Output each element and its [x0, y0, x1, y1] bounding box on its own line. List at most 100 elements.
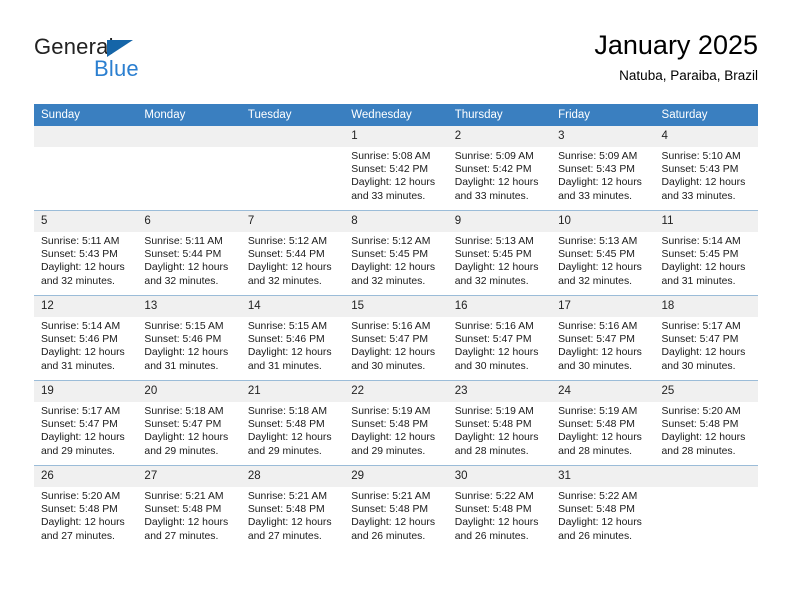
calendar-cell[interactable]: 31 Sunrise: 5:22 AM Sunset: 5:48 PM Dayl… [551, 465, 655, 550]
calendar-cell[interactable]: 20 Sunrise: 5:18 AM Sunset: 5:47 PM Dayl… [137, 380, 241, 466]
calendar-cell[interactable]: 8 Sunrise: 5:12 AM Sunset: 5:45 PM Dayli… [344, 210, 448, 296]
calendar-cell[interactable]: 18 Sunrise: 5:17 AM Sunset: 5:47 PM Dayl… [654, 295, 758, 381]
daylight-text: Daylight: 12 hours and 29 minutes. [41, 432, 125, 457]
day-info: Sunrise: 5:22 AM Sunset: 5:48 PM Dayligh… [448, 487, 551, 543]
weekday-header-monday: Monday [137, 104, 241, 126]
daylight-text: Daylight: 12 hours and 26 minutes. [454, 517, 539, 542]
daylight-text: Daylight: 12 hours and 27 minutes. [247, 517, 332, 542]
day-cell: 8 Sunrise: 5:12 AM Sunset: 5:45 PM Dayli… [344, 211, 448, 295]
sunset-text: Sunset: 5:45 PM [661, 249, 739, 261]
sunrise-text: Sunrise: 5:20 AM [41, 491, 121, 502]
calendar-cell[interactable]: 29 Sunrise: 5:21 AM Sunset: 5:48 PM Dayl… [344, 465, 448, 550]
calendar-cell[interactable] [137, 126, 241, 211]
sunset-text: Sunset: 5:47 PM [144, 419, 222, 431]
day-cell: 21 Sunrise: 5:18 AM Sunset: 5:48 PM Dayl… [240, 381, 345, 465]
calendar-body: 1 Sunrise: 5:08 AM Sunset: 5:42 PM Dayli… [34, 126, 758, 550]
calendar-cell[interactable]: 23 Sunrise: 5:19 AM Sunset: 5:48 PM Dayl… [447, 380, 552, 466]
day-number: 12 [34, 296, 138, 317]
calendar-cell[interactable]: 28 Sunrise: 5:21 AM Sunset: 5:48 PM Dayl… [240, 465, 345, 550]
calendar-cell[interactable]: 15 Sunrise: 5:16 AM Sunset: 5:47 PM Dayl… [344, 295, 448, 381]
general-blue-logo[interactable]: General Blue [34, 34, 234, 86]
sunset-text: Sunset: 5:43 PM [661, 164, 739, 176]
calendar-cell[interactable]: 9 Sunrise: 5:13 AM Sunset: 5:45 PM Dayli… [447, 210, 552, 296]
calendar-cell[interactable]: 3 Sunrise: 5:09 AM Sunset: 5:43 PM Dayli… [551, 126, 655, 211]
sunrise-text: Sunrise: 5:12 AM [351, 236, 431, 247]
week-row: 12 Sunrise: 5:14 AM Sunset: 5:46 PM Dayl… [34, 295, 758, 381]
calendar-cell[interactable] [240, 126, 345, 211]
day-cell: 23 Sunrise: 5:19 AM Sunset: 5:48 PM Dayl… [447, 381, 552, 465]
calendar-cell[interactable]: 24 Sunrise: 5:19 AM Sunset: 5:48 PM Dayl… [551, 380, 655, 466]
week-row: 5 Sunrise: 5:11 AM Sunset: 5:43 PM Dayli… [34, 210, 758, 296]
day-number [137, 126, 241, 147]
sunrise-text: Sunrise: 5:22 AM [454, 491, 534, 502]
calendar-cell[interactable]: 25 Sunrise: 5:20 AM Sunset: 5:48 PM Dayl… [654, 380, 758, 466]
day-cell: 30 Sunrise: 5:22 AM Sunset: 5:48 PM Dayl… [447, 466, 552, 550]
calendar-cell[interactable]: 6 Sunrise: 5:11 AM Sunset: 5:44 PM Dayli… [137, 210, 241, 296]
logo-text-blue: Blue [94, 56, 139, 81]
day-cell: 20 Sunrise: 5:18 AM Sunset: 5:47 PM Dayl… [137, 381, 241, 465]
calendar-cell[interactable]: 22 Sunrise: 5:19 AM Sunset: 5:48 PM Dayl… [344, 380, 448, 466]
daylight-text: Daylight: 12 hours and 27 minutes. [144, 517, 229, 542]
daylight-text: Daylight: 12 hours and 27 minutes. [41, 517, 125, 542]
calendar-cell[interactable]: 17 Sunrise: 5:16 AM Sunset: 5:47 PM Dayl… [551, 295, 655, 381]
daylight-text: Daylight: 12 hours and 31 minutes. [41, 347, 125, 372]
calendar-cell[interactable]: 26 Sunrise: 5:20 AM Sunset: 5:48 PM Dayl… [34, 465, 138, 550]
day-number: 23 [447, 381, 552, 402]
calendar-cell[interactable]: 10 Sunrise: 5:13 AM Sunset: 5:45 PM Dayl… [551, 210, 655, 296]
weekday-header-friday: Friday [551, 104, 655, 126]
day-number: 6 [137, 211, 241, 232]
calendar-cell[interactable]: 5 Sunrise: 5:11 AM Sunset: 5:43 PM Dayli… [34, 210, 138, 296]
daylight-text: Daylight: 12 hours and 31 minutes. [661, 262, 746, 287]
sunrise-text: Sunrise: 5:14 AM [41, 321, 121, 332]
daylight-text: Daylight: 12 hours and 33 minutes. [351, 177, 436, 202]
day-cell: 17 Sunrise: 5:16 AM Sunset: 5:47 PM Dayl… [551, 296, 655, 380]
sunrise-text: Sunrise: 5:13 AM [558, 236, 638, 247]
sunset-text: Sunset: 5:47 PM [661, 334, 739, 346]
day-cell: 14 Sunrise: 5:15 AM Sunset: 5:46 PM Dayl… [240, 296, 345, 380]
sunset-text: Sunset: 5:47 PM [558, 334, 635, 346]
daylight-text: Daylight: 12 hours and 29 minutes. [144, 432, 229, 457]
calendar-cell[interactable] [654, 465, 758, 550]
page-subtitle: Natuba, Paraiba, Brazil [619, 68, 758, 83]
day-info: Sunrise: 5:12 AM Sunset: 5:45 PM Dayligh… [344, 232, 447, 288]
day-info: Sunrise: 5:18 AM Sunset: 5:48 PM Dayligh… [241, 402, 344, 458]
day-number: 17 [551, 296, 655, 317]
sunset-text: Sunset: 5:45 PM [351, 249, 429, 261]
day-number [240, 126, 345, 147]
calendar-cell[interactable]: 13 Sunrise: 5:15 AM Sunset: 5:46 PM Dayl… [137, 295, 241, 381]
day-number: 10 [551, 211, 655, 232]
sunset-text: Sunset: 5:44 PM [144, 249, 222, 261]
calendar-cell[interactable]: 30 Sunrise: 5:22 AM Sunset: 5:48 PM Dayl… [447, 465, 552, 550]
sunrise-text: Sunrise: 5:15 AM [247, 321, 327, 332]
day-info: Sunrise: 5:13 AM Sunset: 5:45 PM Dayligh… [551, 232, 654, 288]
daylight-text: Daylight: 12 hours and 26 minutes. [351, 517, 436, 542]
calendar-cell[interactable]: 12 Sunrise: 5:14 AM Sunset: 5:46 PM Dayl… [34, 295, 138, 381]
calendar-cell[interactable]: 16 Sunrise: 5:16 AM Sunset: 5:47 PM Dayl… [447, 295, 552, 381]
calendar-cell[interactable] [34, 126, 138, 211]
day-info: Sunrise: 5:21 AM Sunset: 5:48 PM Dayligh… [344, 487, 447, 543]
day-cell: 13 Sunrise: 5:15 AM Sunset: 5:46 PM Dayl… [137, 296, 241, 380]
week-row: 26 Sunrise: 5:20 AM Sunset: 5:48 PM Dayl… [34, 465, 758, 550]
calendar-cell[interactable]: 11 Sunrise: 5:14 AM Sunset: 5:45 PM Dayl… [654, 210, 758, 296]
sunrise-text: Sunrise: 5:13 AM [454, 236, 534, 247]
calendar-cell[interactable]: 1 Sunrise: 5:08 AM Sunset: 5:42 PM Dayli… [344, 126, 448, 211]
day-number [654, 466, 758, 487]
day-info: Sunrise: 5:18 AM Sunset: 5:47 PM Dayligh… [137, 402, 240, 458]
calendar-cell[interactable]: 2 Sunrise: 5:09 AM Sunset: 5:42 PM Dayli… [447, 126, 552, 211]
sunrise-text: Sunrise: 5:09 AM [558, 151, 638, 162]
sunrise-text: Sunrise: 5:20 AM [661, 406, 741, 417]
calendar-cell[interactable]: 4 Sunrise: 5:10 AM Sunset: 5:43 PM Dayli… [654, 126, 758, 211]
calendar-grid: Sunday Monday Tuesday Wednesday Thursday… [34, 104, 758, 550]
daylight-text: Daylight: 12 hours and 29 minutes. [247, 432, 332, 457]
calendar-cell[interactable]: 21 Sunrise: 5:18 AM Sunset: 5:48 PM Dayl… [240, 380, 345, 466]
calendar-cell[interactable]: 19 Sunrise: 5:17 AM Sunset: 5:47 PM Dayl… [34, 380, 138, 466]
sunrise-text: Sunrise: 5:09 AM [454, 151, 534, 162]
sunrise-text: Sunrise: 5:10 AM [661, 151, 741, 162]
daylight-text: Daylight: 12 hours and 30 minutes. [558, 347, 642, 372]
day-cell: 31 Sunrise: 5:22 AM Sunset: 5:48 PM Dayl… [551, 466, 655, 550]
calendar-cell[interactable]: 14 Sunrise: 5:15 AM Sunset: 5:46 PM Dayl… [240, 295, 345, 381]
sunrise-text: Sunrise: 5:17 AM [41, 406, 121, 417]
day-number: 31 [551, 466, 655, 487]
calendar-cell[interactable]: 27 Sunrise: 5:21 AM Sunset: 5:48 PM Dayl… [137, 465, 241, 550]
calendar-cell[interactable]: 7 Sunrise: 5:12 AM Sunset: 5:44 PM Dayli… [240, 210, 345, 296]
